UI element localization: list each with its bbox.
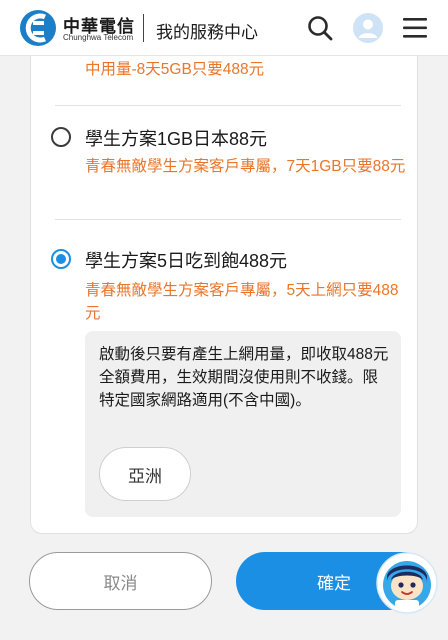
divider — [55, 105, 401, 106]
page-title: 我的服務中心 — [156, 23, 258, 42]
brand-name-en: Chunghwa Telecom — [63, 33, 134, 42]
plan-list-viewport[interactable]: 中用量-8天5GB只要488元 學生方案1GB日本88元 青春無敵學生方案客戶專… — [31, 57, 417, 533]
mascot-assistant-icon[interactable] — [376, 552, 438, 614]
user-avatar-icon[interactable] — [352, 12, 384, 44]
plan-selection-card: 中用量-8天5GB只要488元 學生方案1GB日本88元 青春無敵學生方案客戶專… — [30, 20, 418, 534]
header-divider — [143, 14, 144, 42]
plan-info-text: 啟動後只要有產生上網用量，即收取488元全額費用，生效期間沒使用則不收錢。限特定… — [99, 346, 389, 409]
app-header: 中華電信 Chunghwa Telecom 我的服務中心 — [0, 0, 448, 56]
plan-description: 中用量-8天5GB只要488元 — [85, 61, 265, 78]
cancel-button[interactable]: 取消 — [29, 552, 212, 610]
plan-description-5day-unlimited: 青春無敵學生方案客戶專屬，5天上網只要488元 — [85, 282, 399, 322]
plan-name-5day-unlimited[interactable]: 學生方案5日吃到飽488元 — [85, 247, 287, 273]
chunghwa-logo-icon[interactable] — [18, 8, 58, 48]
plan-info-box: 啟動後只要有產生上網用量，即收取488元全額費用，生效期間沒使用則不收錢。限特定… — [85, 331, 401, 517]
plan-name-1gb-japan[interactable]: 學生方案1GB日本88元 — [85, 125, 267, 151]
plan-radio-1gb-japan[interactable] — [51, 127, 71, 147]
plan-radio-5day-unlimited[interactable] — [51, 249, 71, 269]
plan-description-1gb-japan: 青春無敵學生方案客戶專屬，7天1GB只要88元 — [85, 158, 406, 175]
hamburger-menu-icon[interactable] — [400, 13, 430, 43]
divider — [55, 219, 401, 220]
search-icon[interactable] — [305, 13, 335, 43]
region-asia-button[interactable]: 亞洲 — [99, 447, 191, 501]
